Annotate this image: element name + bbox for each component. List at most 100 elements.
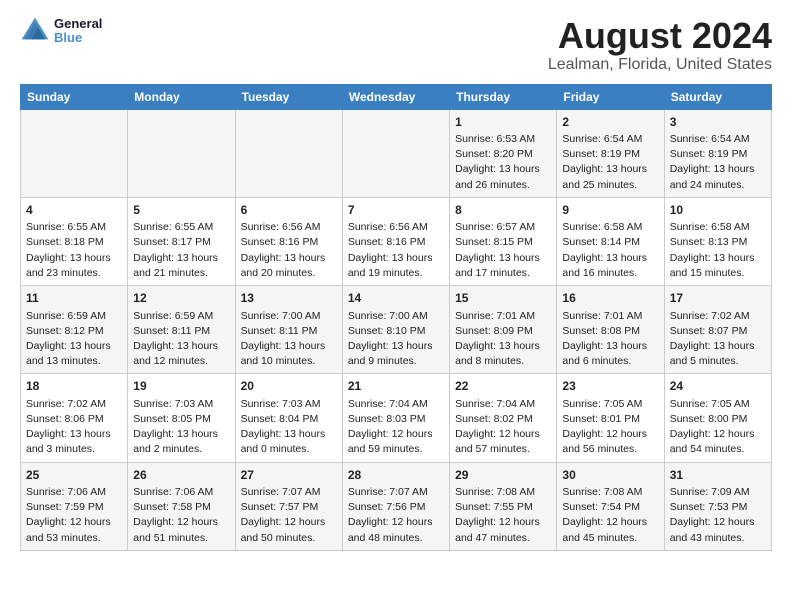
day-header: Sunday [21, 84, 128, 109]
calendar-cell [21, 109, 128, 197]
calendar-cell: 26 Sunrise: 7:06 AM Sunset: 7:58 PM Dayli… [128, 462, 235, 550]
day-info: Sunrise: 6:54 AM [562, 133, 642, 145]
day-info: and 3 minutes. [26, 443, 95, 455]
calendar-table: SundayMondayTuesdayWednesdayThursdayFrid… [20, 84, 772, 551]
day-number: 18 [26, 378, 122, 395]
day-info: Sunset: 7:59 PM [26, 501, 104, 513]
day-number: 19 [133, 378, 229, 395]
calendar-cell: 9Sunrise: 6:58 AM Sunset: 8:14 PM Daylig… [557, 197, 664, 285]
page-header: General Blue August 2024 Lealman, Florid… [20, 16, 772, 74]
day-info: Sunset: 8:12 PM [26, 325, 104, 337]
day-info: Sunset: 8:19 PM [562, 148, 640, 160]
day-info: Sunrise: 7:07 AM [241, 486, 321, 498]
calendar-cell: 6Sunrise: 6:56 AM Sunset: 8:16 PM Daylig… [235, 197, 342, 285]
calendar-cell: 23Sunrise: 7:05 AM Sunset: 8:01 PM Dayli… [557, 374, 664, 462]
day-number: 21 [348, 378, 444, 395]
day-info: and 53 minutes. [26, 532, 101, 544]
day-info: Daylight: 12 hours [670, 428, 755, 440]
day-info: Daylight: 12 hours [670, 516, 755, 528]
day-number: 17 [670, 290, 766, 307]
calendar-cell: 13Sunrise: 7:00 AM Sunset: 8:11 PM Dayli… [235, 286, 342, 374]
day-info: Daylight: 12 hours [562, 428, 647, 440]
day-info: and 0 minutes. [241, 443, 310, 455]
day-info: Sunset: 8:05 PM [133, 413, 211, 425]
day-info: Sunset: 7:56 PM [348, 501, 426, 513]
logo-icon [20, 16, 50, 46]
day-header: Friday [557, 84, 664, 109]
day-header: Thursday [450, 84, 557, 109]
logo: General Blue [20, 16, 102, 46]
day-info: and 8 minutes. [455, 355, 524, 367]
calendar-cell: 16Sunrise: 7:01 AM Sunset: 8:08 PM Dayli… [557, 286, 664, 374]
day-info: Sunrise: 7:04 AM [455, 398, 535, 410]
day-info: Sunrise: 6:53 AM [455, 133, 535, 145]
calendar-cell: 28Sunrise: 7:07 AM Sunset: 7:56 PM Dayli… [342, 462, 449, 550]
day-number: 3 [670, 114, 766, 131]
day-info: Sunrise: 6:59 AM [26, 310, 106, 322]
day-info: Sunrise: 7:01 AM [455, 310, 535, 322]
calendar-cell: 10Sunrise: 6:58 AM Sunset: 8:13 PM Dayli… [664, 197, 771, 285]
day-info: Sunrise: 6:56 AM [241, 221, 321, 233]
day-info: Daylight: 13 hours [348, 252, 433, 264]
day-info: Sunset: 8:02 PM [455, 413, 533, 425]
day-info: Sunset: 8:11 PM [241, 325, 318, 337]
day-info: and 10 minutes. [241, 355, 316, 367]
calendar-cell: 24Sunrise: 7:05 AM Sunset: 8:00 PM Dayli… [664, 374, 771, 462]
day-number: 14 [348, 290, 444, 307]
calendar-week-row: 18Sunrise: 7:02 AM Sunset: 8:06 PM Dayli… [21, 374, 772, 462]
day-info: Sunrise: 7:06 AM [133, 486, 213, 498]
day-info: Sunrise: 7:09 AM [670, 486, 750, 498]
day-info: Daylight: 13 hours [455, 340, 540, 352]
day-info: Daylight: 13 hours [133, 252, 218, 264]
day-info: Sunset: 8:18 PM [26, 236, 104, 248]
day-info: Daylight: 13 hours [26, 252, 111, 264]
day-info: Sunset: 8:17 PM [133, 236, 211, 248]
calendar-cell: 3Sunrise: 6:54 AM Sunset: 8:19 PM Daylig… [664, 109, 771, 197]
day-info: Daylight: 13 hours [562, 340, 647, 352]
day-info: and 56 minutes. [562, 443, 637, 455]
day-info: Daylight: 13 hours [26, 340, 111, 352]
day-info: Daylight: 13 hours [562, 163, 647, 175]
day-info: Sunset: 8:04 PM [241, 413, 319, 425]
calendar-week-row: 1Sunrise: 6:53 AM Sunset: 8:20 PM Daylig… [21, 109, 772, 197]
day-info: Sunset: 7:57 PM [241, 501, 319, 513]
day-header: Tuesday [235, 84, 342, 109]
day-info: Sunset: 8:09 PM [455, 325, 533, 337]
day-info: Daylight: 12 hours [455, 516, 540, 528]
calendar-cell: 12Sunrise: 6:59 AM Sunset: 8:11 PM Dayli… [128, 286, 235, 374]
day-info: Daylight: 13 hours [455, 163, 540, 175]
day-number: 22 [455, 378, 551, 395]
calendar-cell: 20Sunrise: 7:03 AM Sunset: 8:04 PM Dayli… [235, 374, 342, 462]
day-info: and 54 minutes. [670, 443, 745, 455]
calendar-cell: 21Sunrise: 7:04 AM Sunset: 8:03 PM Dayli… [342, 374, 449, 462]
day-info: Daylight: 13 hours [562, 252, 647, 264]
calendar-cell: 31Sunrise: 7:09 AM Sunset: 7:53 PM Dayli… [664, 462, 771, 550]
day-info: Sunrise: 7:07 AM [348, 486, 428, 498]
day-info: and 45 minutes. [562, 532, 637, 544]
calendar-week-row: 25Sunrise: 7:06 AM Sunset: 7:59 PM Dayli… [21, 462, 772, 550]
day-info: Sunrise: 6:56 AM [348, 221, 428, 233]
page-title: August 2024 [548, 16, 772, 56]
day-info: and 59 minutes. [348, 443, 423, 455]
day-number: 16 [562, 290, 658, 307]
day-info: Sunset: 8:10 PM [348, 325, 426, 337]
day-info: Sunset: 7:58 PM [133, 501, 211, 513]
title-area: August 2024 Lealman, Florida, United Sta… [548, 16, 772, 74]
day-number: 29 [455, 467, 551, 484]
day-info: Sunrise: 7:02 AM [26, 398, 106, 410]
day-info: and 57 minutes. [455, 443, 530, 455]
calendar-body: 1Sunrise: 6:53 AM Sunset: 8:20 PM Daylig… [21, 109, 772, 550]
day-number: 6 [241, 202, 337, 219]
calendar-cell: 14Sunrise: 7:00 AM Sunset: 8:10 PM Dayli… [342, 286, 449, 374]
day-number: 12 [133, 290, 229, 307]
day-info: Daylight: 12 hours [133, 516, 218, 528]
day-info: Daylight: 13 hours [241, 252, 326, 264]
day-info: and 6 minutes. [562, 355, 631, 367]
header-row: SundayMondayTuesdayWednesdayThursdayFrid… [21, 84, 772, 109]
day-info: and 17 minutes. [455, 267, 530, 279]
day-info: and 2 minutes. [133, 443, 202, 455]
day-number: 7 [348, 202, 444, 219]
day-info: Sunset: 7:55 PM [455, 501, 533, 513]
day-info: and 26 minutes. [455, 179, 530, 191]
day-number: 26 [133, 467, 229, 484]
